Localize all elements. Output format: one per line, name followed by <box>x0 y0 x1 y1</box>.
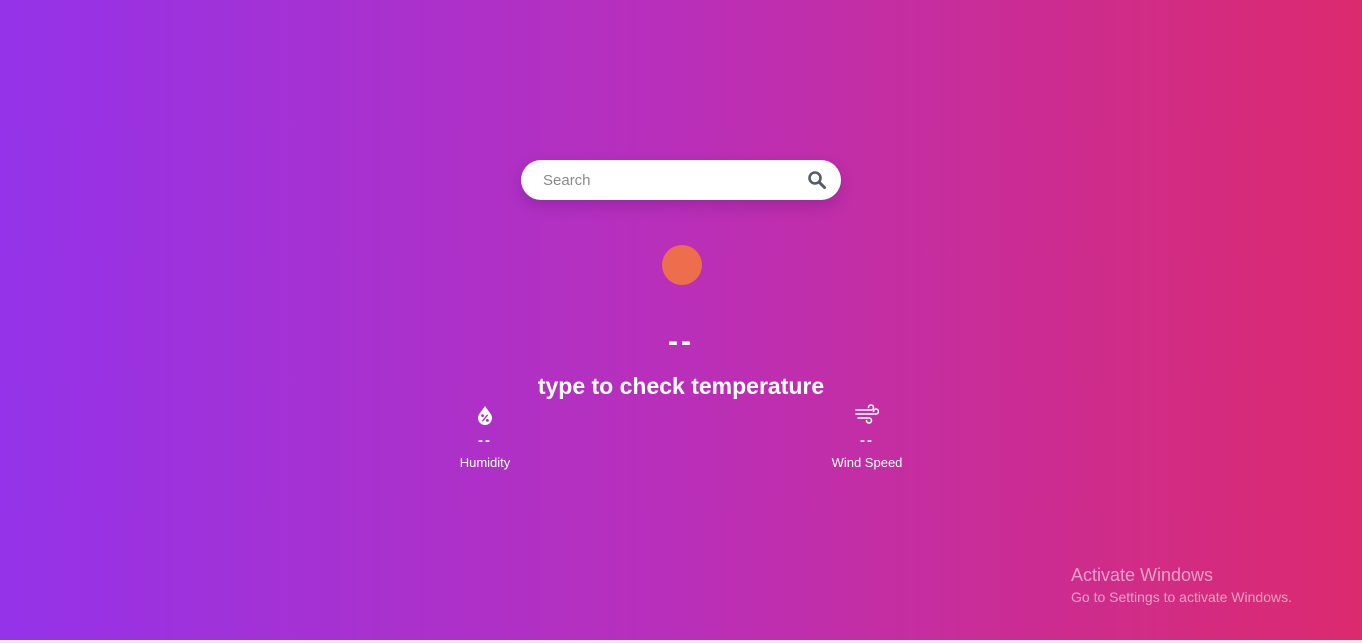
watermark-subtitle: Go to Settings to activate Windows. <box>1071 589 1292 605</box>
humidity-icon <box>478 406 492 425</box>
search-input[interactable] <box>543 160 803 200</box>
temperature-value: -- <box>668 325 694 358</box>
wind-detail: -- Wind Speed <box>807 404 927 471</box>
humidity-label: Humidity <box>459 455 511 470</box>
activation-watermark: Activate Windows Go to Settings to activ… <box>1071 564 1292 607</box>
wind-icon <box>855 404 879 424</box>
search-icon[interactable] <box>807 170 827 190</box>
wind-speed-label: Wind Speed <box>831 455 903 470</box>
humidity-value: -- <box>478 432 492 449</box>
app-background: -- type to check temperature -- Humidity… <box>0 0 1362 640</box>
weather-description: type to check temperature <box>537 373 825 399</box>
humidity-detail: -- Humidity <box>425 404 545 471</box>
watermark-title: Activate Windows <box>1071 565 1214 585</box>
weather-condition-icon <box>662 245 702 285</box>
search-bar <box>521 160 841 200</box>
wind-speed-value: -- <box>860 432 874 449</box>
